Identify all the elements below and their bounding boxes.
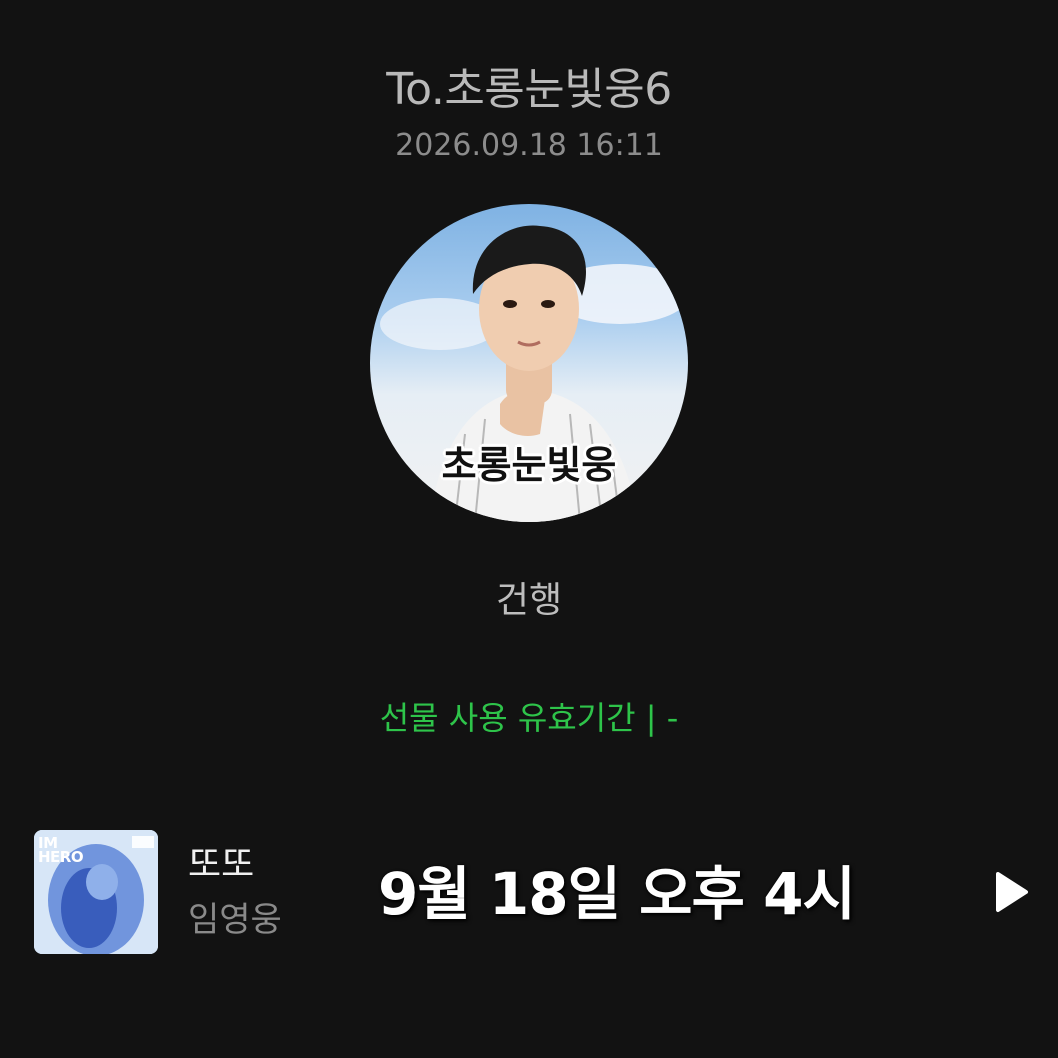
- gift-name: 건행: [495, 580, 563, 621]
- schedule-overlay-text: 9월 18일 오후 4시: [378, 860, 856, 928]
- album-art[interactable]: IM HERO: [34, 830, 158, 954]
- song-title: 또또: [188, 844, 255, 885]
- profile-avatar[interactable]: 초롱눈빛웅: [370, 204, 688, 522]
- play-button[interactable]: [986, 868, 1034, 916]
- avatar-caption: 초롱눈빛웅: [441, 443, 617, 487]
- sent-timestamp: 2026.09.18 16:11: [395, 128, 663, 163]
- album-art-text: IM HERO: [38, 834, 84, 866]
- recipient-title: To.초롱눈빛웅6: [386, 64, 672, 115]
- song-artist: 임영웅: [188, 900, 282, 940]
- play-icon: [996, 872, 1028, 912]
- music-player[interactable]: IM HERO 또또 임영웅 9월 18일 오후 4시: [0, 820, 1058, 970]
- gift-validity: 선물 사용 유효기간 | -: [379, 699, 679, 737]
- gift-message-screen: To.초롱눈빛웅6 2026.09.18 16:11 초롱눈빛웅 건행 선물 사…: [0, 0, 1058, 1058]
